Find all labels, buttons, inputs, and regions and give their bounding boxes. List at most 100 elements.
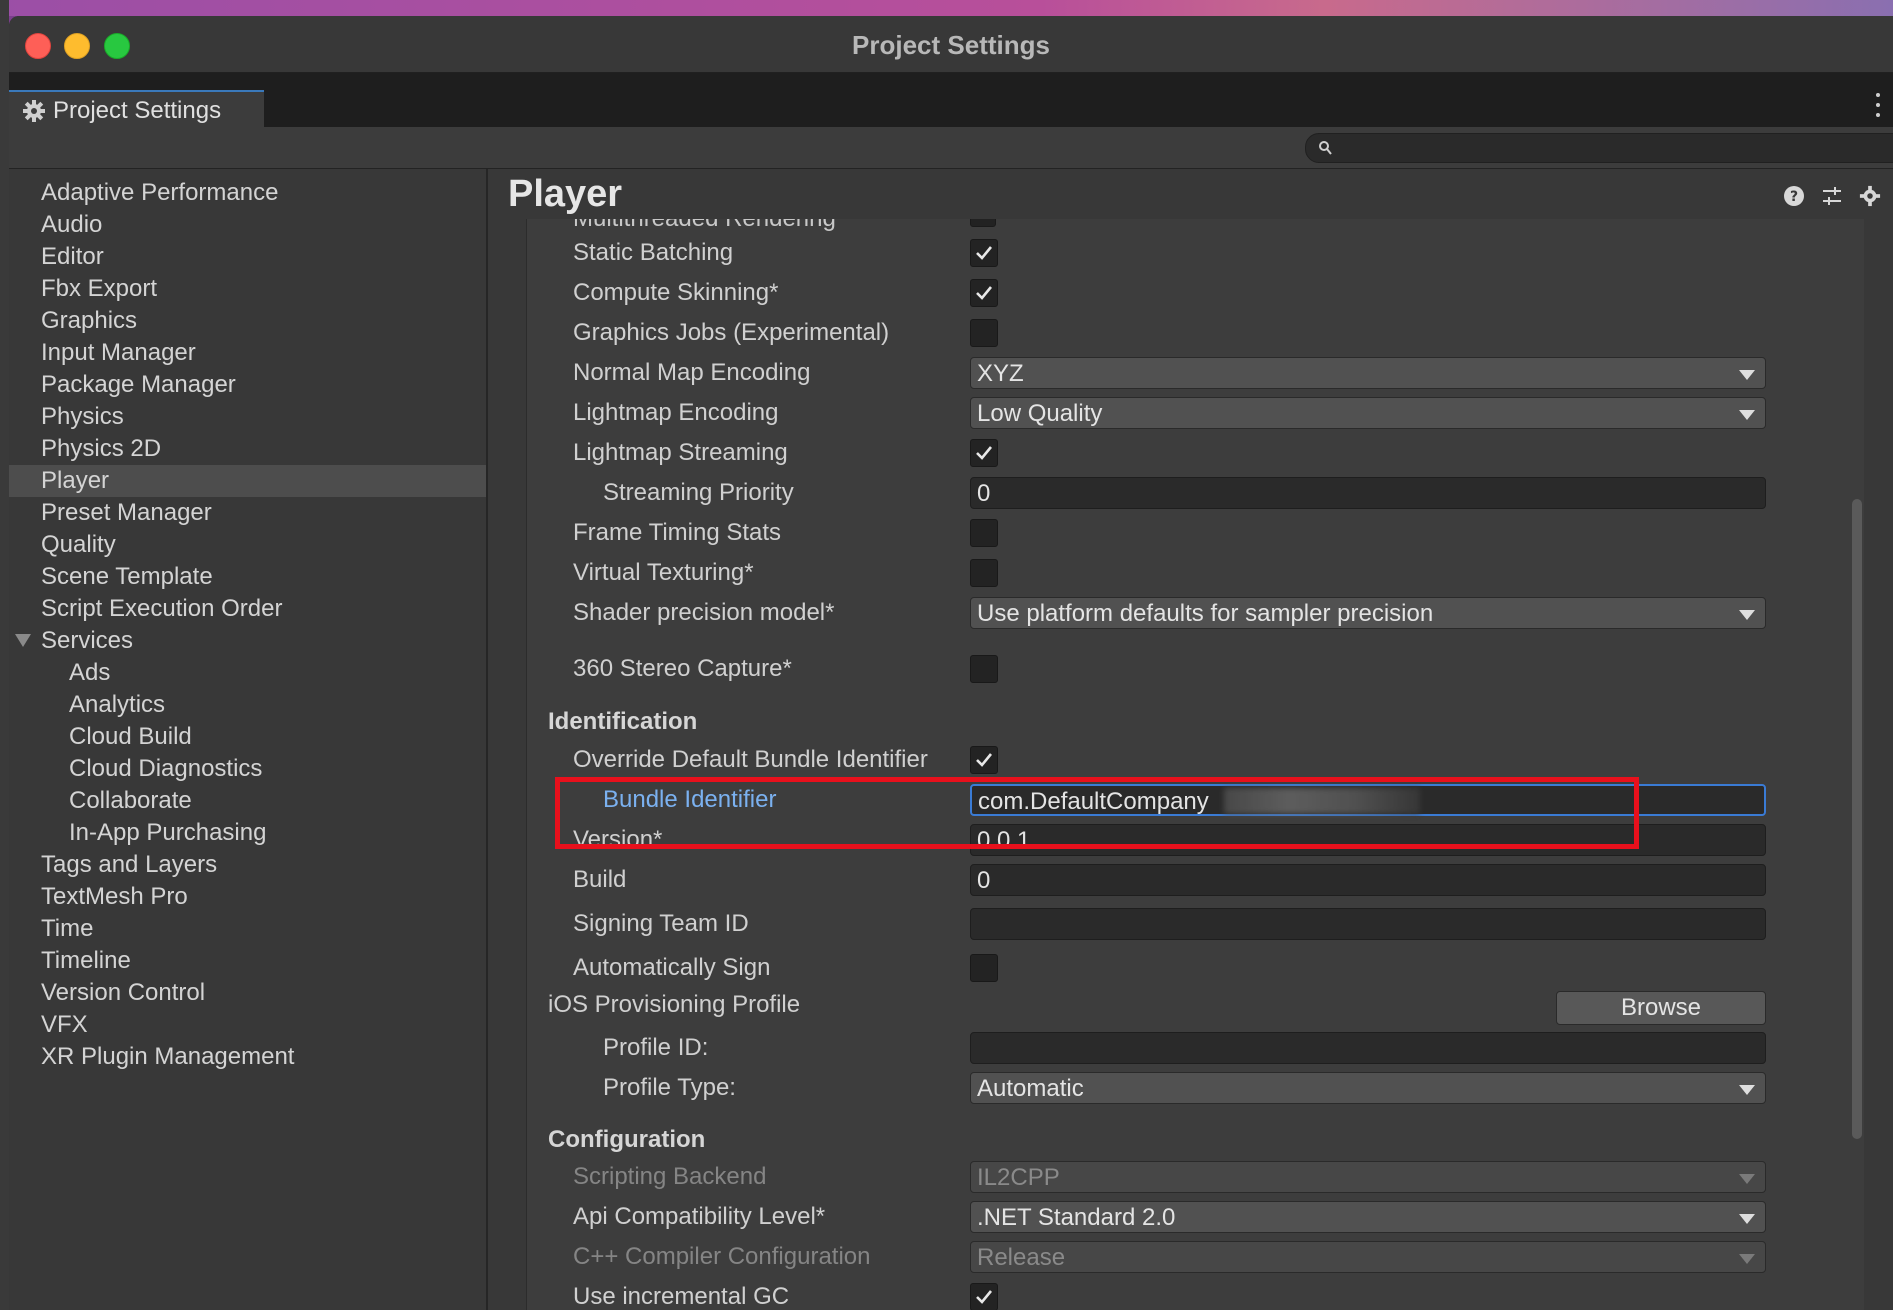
search-toolbar [9,127,1893,169]
sidebar-item-quality[interactable]: Quality [9,529,486,561]
version-field[interactable]: 0.0.1 [970,824,1766,856]
desktop-background [0,0,1893,16]
bundle-identifier-field[interactable]: com.DefaultCompany [970,784,1766,816]
sidebar-item-editor[interactable]: Editor [9,241,486,273]
sidebar-item-in-app-purchasing[interactable]: In-App Purchasing [9,817,486,849]
tab-bar: Project Settings [9,73,1893,129]
dropdown-arrow-icon [1739,1254,1755,1264]
sidebar-item-scene-template[interactable]: Scene Template [9,561,486,593]
virtual-texturing-checkbox[interactable] [970,559,998,587]
build-field[interactable]: 0 [970,864,1766,896]
kebab-menu-icon[interactable] [1873,93,1883,117]
search-icon [1318,140,1332,161]
normal-map-encoding-label: Normal Map Encoding [573,359,811,386]
frame-timing-stats-label: Frame Timing Stats [573,519,782,546]
checkmark-icon [976,286,993,300]
compute-skinning-checkbox[interactable] [970,279,998,307]
shader-precision-model-label: Shader precision model* [573,599,835,626]
build-label: Build [573,866,627,893]
frame-timing-stats-checkbox[interactable] [970,519,998,547]
dropdown-arrow-icon [1739,1174,1755,1184]
sidebar-item-tags-and-layers[interactable]: Tags and Layers [9,849,486,881]
normal-map-encoding-dropdown[interactable]: XYZ [970,357,1766,389]
api-compatibility-level-dropdown[interactable]: .NET Standard 2.0 [970,1201,1766,1233]
presets-icon[interactable] [1821,185,1843,212]
sidebar-item-player[interactable]: Player [9,465,486,497]
sidebar-item-version-control[interactable]: Version Control [9,977,486,1009]
compute-skinning-label: Compute Skinning* [573,279,779,306]
sidebar-item-fbx-export[interactable]: Fbx Export [9,273,486,305]
dropdown-arrow-icon [1739,1085,1755,1095]
background-window-edge [0,0,9,1310]
sidebar-item-xr-plugin-management[interactable]: XR Plugin Management [9,1041,486,1073]
header-actions: ? [1783,185,1893,215]
configuration-heading: Configuration [548,1126,706,1153]
project-settings-window: Project Settings Project Settings Adapti… [9,16,1893,1310]
sidebar-item-physics[interactable]: Physics [9,401,486,433]
multithreaded-rendering-checkbox[interactable] [970,219,996,227]
player-settings-pane: Player ? Multithreaded Rendering Static … [488,169,1893,1310]
checkmark-icon [976,753,993,767]
sidebar-item-adaptive-performance[interactable]: Adaptive Performance [9,177,486,209]
graphics-jobs-checkbox[interactable] [970,319,998,347]
signing-team-id-label: Signing Team ID [573,910,749,937]
gear-icon [21,98,47,124]
checkmark-icon [976,246,993,260]
scripting-backend-label: Scripting Backend [573,1163,767,1190]
override-bundle-identifier-checkbox[interactable] [970,746,998,774]
lightmap-encoding-dropdown[interactable]: Low Quality [970,397,1766,429]
cpp-compiler-configuration-dropdown: Release [970,1241,1766,1273]
signing-team-id-field[interactable] [970,908,1766,940]
sidebar-item-preset-manager[interactable]: Preset Manager [9,497,486,529]
help-icon[interactable]: ? [1783,185,1805,212]
sidebar-item-input-manager[interactable]: Input Manager [9,337,486,369]
static-batching-checkbox[interactable] [970,239,998,267]
graphics-jobs-label: Graphics Jobs (Experimental) [573,319,890,346]
incremental-gc-checkbox[interactable] [970,1283,998,1310]
sidebar-item-collaborate[interactable]: Collaborate [9,785,486,817]
multithreaded-rendering-label: Multithreaded Rendering [573,219,836,233]
lightmap-streaming-checkbox[interactable] [970,439,998,467]
streaming-priority-field[interactable]: 0 [970,477,1766,509]
sidebar-item-package-manager[interactable]: Package Manager [9,369,486,401]
shader-precision-model-dropdown[interactable]: Use platform defaults for sampler precis… [970,597,1766,629]
version-label: Version* [573,826,663,853]
scrollbar-thumb[interactable] [1852,499,1862,1139]
profile-id-field[interactable] [970,1032,1766,1064]
identification-heading: Identification [548,708,698,735]
dropdown-arrow-icon [1739,1214,1755,1224]
automatically-sign-checkbox[interactable] [970,954,998,982]
browse-button[interactable]: Browse [1556,991,1766,1025]
sidebar-item-cloud-build[interactable]: Cloud Build [9,721,486,753]
lightmap-encoding-label: Lightmap Encoding [573,399,779,426]
sidebar-item-physics-2d[interactable]: Physics 2D [9,433,486,465]
bundle-identifier-label: Bundle Identifier [603,786,777,813]
tab-label: Project Settings [53,96,222,124]
search-box[interactable] [1305,133,1893,163]
sidebar-item-script-execution-order[interactable]: Script Execution Order [9,593,486,625]
stereo-capture-label: 360 Stereo Capture* [573,655,792,682]
settings-icon[interactable] [1859,185,1881,212]
sidebar-item-analytics[interactable]: Analytics [9,689,486,721]
sidebar-item-cloud-diagnostics[interactable]: Cloud Diagnostics [9,753,486,785]
search-input[interactable] [1342,136,1886,160]
sidebar-item-textmesh-pro[interactable]: TextMesh Pro [9,881,486,913]
scrollbar[interactable] [1844,219,1864,1310]
sidebar-item-services[interactable]: Services [9,625,486,657]
tab-project-settings[interactable]: Project Settings [9,90,264,129]
sidebar-item-ads[interactable]: Ads [9,657,486,689]
sidebar-item-timeline[interactable]: Timeline [9,945,486,977]
sidebar-item-graphics[interactable]: Graphics [9,305,486,337]
profile-type-label: Profile Type: [603,1074,736,1101]
scripting-backend-dropdown: IL2CPP [970,1161,1766,1193]
settings-sidebar: Adaptive Performance Audio Editor Fbx Ex… [9,169,488,1310]
foldout-triangle-icon[interactable] [15,634,31,647]
redacted-text [1224,788,1420,814]
sidebar-item-vfx[interactable]: VFX [9,1009,486,1041]
profile-type-dropdown[interactable]: Automatic [970,1072,1766,1104]
title-bar: Project Settings [9,16,1893,73]
sidebar-item-audio[interactable]: Audio [9,209,486,241]
sidebar-item-time[interactable]: Time [9,913,486,945]
stereo-capture-checkbox[interactable] [970,655,998,683]
checkmark-icon [976,1290,993,1304]
